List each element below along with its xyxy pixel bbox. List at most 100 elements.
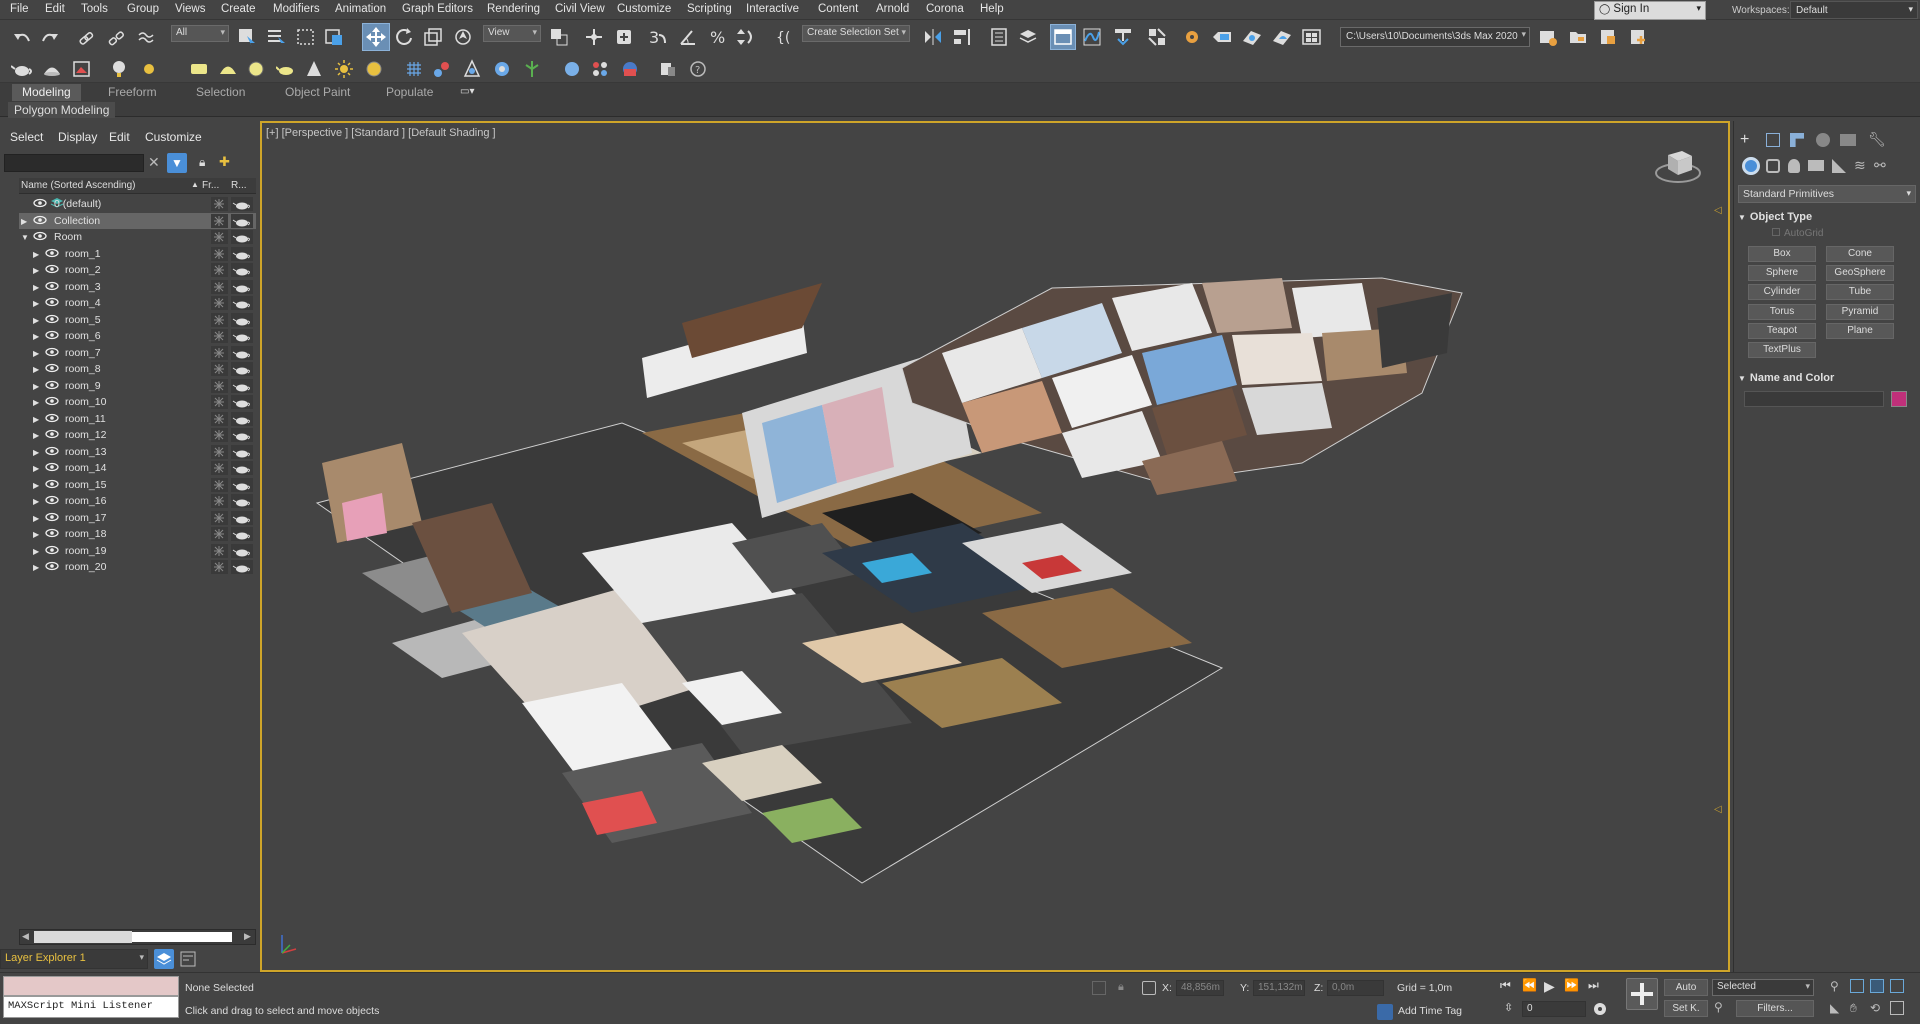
renderable-teapot-icon[interactable] — [231, 477, 253, 492]
add-time-tag[interactable]: Add Time Tag — [1398, 1005, 1462, 1017]
visibility-eye-icon[interactable] — [45, 296, 59, 311]
freeze-icon[interactable] — [211, 494, 228, 508]
freeze-icon[interactable] — [211, 279, 228, 294]
corona-proxy-icon[interactable] — [402, 57, 426, 81]
scroll-right-icon[interactable]: ▶ — [244, 931, 251, 942]
autogrid-checkbox[interactable]: AutoGrid — [1772, 228, 1823, 239]
project-folder-dropdown[interactable]: C:\Users\10\Documents\3ds Max 2020 — [1340, 27, 1530, 47]
expand-icon[interactable]: ▶ — [33, 415, 39, 424]
cone-button[interactable]: Cone — [1826, 246, 1894, 262]
renderable-teapot-icon[interactable] — [231, 329, 253, 343]
renderable-teapot-icon[interactable] — [231, 510, 253, 525]
zoom-all-icon[interactable] — [1850, 979, 1864, 993]
rectangular-selection-icon[interactable] — [294, 25, 318, 49]
corona-scatter-icon[interactable] — [430, 57, 454, 81]
renderable-teapot-icon[interactable] — [231, 444, 253, 459]
layer-stack-icon[interactable] — [154, 949, 174, 969]
scroll-left-icon[interactable]: ◀ — [22, 931, 29, 942]
window-crossing-icon[interactable] — [322, 25, 346, 49]
percent-snap-icon[interactable]: % — [706, 25, 730, 49]
render-in-cloud-icon[interactable] — [1270, 25, 1294, 49]
scene-explorer-toggle-icon[interactable] — [180, 951, 196, 967]
menu-edit[interactable]: Edit — [45, 3, 65, 15]
menu-tools[interactable]: Tools — [81, 3, 108, 15]
explorer-row[interactable]: ▶ room_12 — [19, 427, 256, 443]
render-frame-icon[interactable] — [70, 57, 94, 81]
zoom-extents-icon[interactable] — [1870, 979, 1884, 993]
cylinder-button[interactable]: Cylinder — [1748, 284, 1816, 300]
expand-icon[interactable]: ▶ — [33, 250, 39, 259]
select-and-scale-icon[interactable] — [421, 25, 445, 49]
visibility-eye-icon[interactable] — [45, 478, 59, 493]
box-button[interactable]: Box — [1748, 246, 1816, 262]
explorer-row[interactable]: ▶ room_1 — [19, 246, 256, 262]
project-settings-icon[interactable] — [1536, 25, 1560, 49]
plane-button[interactable]: Plane — [1826, 323, 1894, 339]
freeze-icon[interactable] — [211, 213, 228, 228]
zoom-icon[interactable]: ⚲ — [1830, 979, 1839, 993]
visibility-eye-icon[interactable] — [45, 461, 59, 476]
corona-sun-light-icon[interactable] — [332, 57, 356, 81]
menu-animation[interactable]: Animation — [335, 3, 386, 15]
select-by-name-icon[interactable] — [264, 25, 288, 49]
hierarchy-tab-icon[interactable] — [1790, 133, 1804, 147]
visibility-eye-icon[interactable] — [45, 494, 59, 509]
go-to-start-icon[interactable]: ⏮ — [1500, 978, 1511, 993]
freeze-icon[interactable] — [211, 263, 228, 277]
geometry-category-icon[interactable] — [1742, 157, 1760, 175]
curve-editor-icon[interactable] — [1080, 25, 1104, 49]
time-tag-icon[interactable] — [1377, 1004, 1393, 1020]
layer-explorer-dropdown[interactable]: Layer Explorer 1 ▾ — [0, 949, 148, 969]
geosphere-button[interactable]: GeoSphere — [1826, 265, 1894, 281]
expand-icon[interactable]: ▶ — [33, 332, 39, 341]
freeze-icon[interactable] — [211, 477, 228, 492]
x-coordinate-field[interactable]: 48,856m — [1176, 980, 1224, 996]
explorer-row[interactable]: ▶ room_6 — [19, 328, 256, 344]
next-frame-icon[interactable]: ⏩ — [1564, 978, 1579, 992]
freeze-icon[interactable] — [211, 543, 228, 558]
visibility-eye-icon[interactable] — [45, 527, 59, 542]
align-icon[interactable] — [950, 25, 974, 49]
explorer-search-input[interactable] — [4, 154, 144, 172]
visibility-eye-icon[interactable] — [45, 280, 59, 295]
renderable-teapot-icon[interactable] — [231, 527, 253, 541]
link-icon[interactable] — [74, 26, 98, 50]
expand-icon[interactable]: ▶ — [33, 431, 39, 440]
pan-icon[interactable]: ✋︎ — [1850, 1001, 1857, 1016]
render-production-icon[interactable] — [1240, 25, 1264, 49]
menu-corona[interactable]: Corona — [926, 3, 964, 15]
snaps-toggle-icon[interactable]: 3 — [646, 25, 670, 49]
visibility-eye-icon[interactable] — [45, 560, 59, 575]
render-setup-icon[interactable] — [1180, 25, 1204, 49]
renderable-teapot-icon[interactable] — [231, 246, 253, 261]
freeze-icon[interactable] — [211, 395, 228, 409]
expand-icon[interactable]: ▶ — [33, 382, 39, 391]
textplus-button[interactable]: TextPlus — [1748, 342, 1816, 358]
explorer-row[interactable]: ▶ room_5 — [19, 312, 256, 328]
workspaces-dropdown[interactable]: Default ▾ — [1790, 1, 1918, 19]
explorer-row[interactable]: ▶ room_20 — [19, 559, 256, 575]
menu-rendering[interactable]: Rendering — [487, 3, 540, 15]
menu-graph-editors[interactable]: Graph Editors — [402, 3, 473, 15]
torus-button[interactable]: Torus — [1748, 304, 1816, 320]
explorer-menu-edit[interactable]: Edit — [109, 130, 130, 144]
explorer-row[interactable]: ▶ room_10 — [19, 394, 256, 410]
expand-icon[interactable]: ▶ — [33, 464, 39, 473]
freeze-icon[interactable] — [211, 230, 228, 244]
explorer-row[interactable]: ▶ room_19 — [19, 543, 256, 559]
menu-modifiers[interactable]: Modifiers — [273, 3, 320, 15]
undo-icon[interactable] — [10, 26, 34, 50]
select-object-icon[interactable] — [235, 25, 259, 49]
freeze-icon[interactable] — [211, 312, 228, 327]
visibility-eye-icon[interactable] — [45, 544, 59, 559]
visibility-eye-icon[interactable] — [45, 263, 59, 278]
help-icon[interactable]: ? — [686, 57, 710, 81]
corona-multimap-icon[interactable] — [588, 57, 612, 81]
menu-views[interactable]: Views — [175, 3, 205, 15]
freeze-icon[interactable] — [211, 378, 228, 393]
menu-content[interactable]: Content — [818, 3, 858, 15]
renderable-teapot-icon[interactable] — [231, 345, 253, 360]
lock-icon[interactable]: 🔒︎ — [199, 155, 205, 170]
menu-help[interactable]: Help — [980, 3, 1004, 15]
corona-teapot-icon[interactable] — [274, 57, 298, 81]
